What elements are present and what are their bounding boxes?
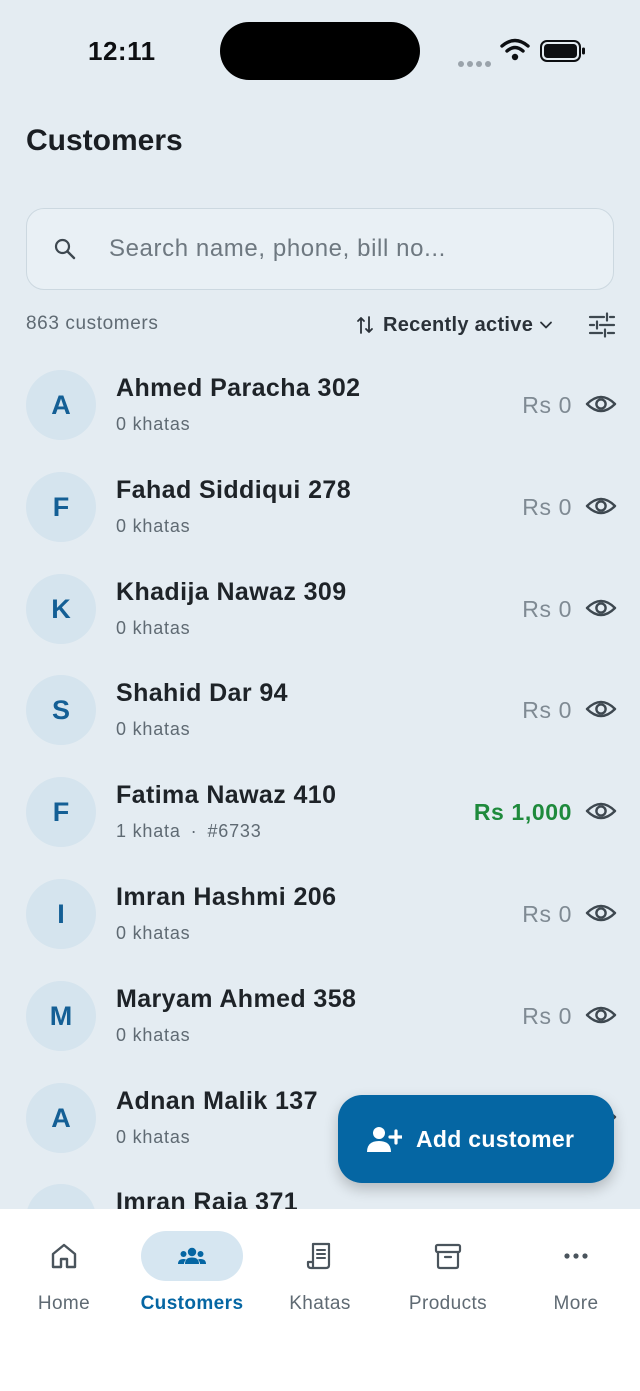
people-icon <box>178 1247 206 1264</box>
customer-avatar: F <box>26 472 96 542</box>
add-customer-label: Add customer <box>416 1125 575 1152</box>
add-person-icon <box>367 1127 402 1152</box>
customer-avatar: A <box>26 1083 96 1153</box>
eye-icon[interactable] <box>585 596 617 620</box>
more-dots-icon <box>564 1253 588 1259</box>
customer-khata-info: 1 khata · #6733 <box>116 821 262 842</box>
customer-name: Khadija Nawaz 309 <box>116 578 347 606</box>
customer-row[interactable]: S Shahid Dar 94 0 khatas Rs 0 <box>0 661 640 763</box>
eye-icon[interactable] <box>585 901 617 925</box>
bottom-navigation: Home Customers Khatas Products More <box>0 1209 640 1391</box>
customer-name: Maryam Ahmed 358 <box>116 985 357 1013</box>
eye-icon[interactable] <box>585 799 617 823</box>
wifi-icon <box>500 38 530 61</box>
nav-customers[interactable]: Customers <box>128 1209 256 1329</box>
customers-screen: 12:11 Customers 863 customers Recently a… <box>0 0 640 1391</box>
nav-products-label: Products <box>408 1293 488 1314</box>
customer-row[interactable]: M Maryam Ahmed 358 0 khatas Rs 0 <box>0 967 640 1069</box>
dynamic-island <box>220 22 420 80</box>
customer-avatar: I <box>26 879 96 949</box>
customer-balance: Rs 0 <box>522 494 572 520</box>
nav-customers-label: Customers <box>140 1293 244 1314</box>
customer-name: Imran Hashmi 206 <box>116 883 337 911</box>
nav-home[interactable]: Home <box>0 1209 128 1329</box>
customer-balance: Rs 0 <box>522 697 572 723</box>
customer-avatar: I <box>26 1184 96 1209</box>
home-icon <box>51 1243 77 1269</box>
nav-more[interactable]: More <box>512 1209 640 1329</box>
customer-khata-count: 0 khatas <box>116 719 191 739</box>
receipt-icon <box>306 1242 331 1270</box>
search-icon <box>54 238 76 260</box>
sort-dropdown[interactable]: Recently active <box>356 312 553 338</box>
customer-balance: Rs 0 <box>522 392 572 418</box>
nav-khatas[interactable]: Khatas <box>256 1209 384 1329</box>
customer-avatar: S <box>26 675 96 745</box>
separator-dot: · <box>190 821 198 841</box>
eye-icon[interactable] <box>585 697 617 721</box>
customer-khata-info: 0 khatas <box>116 719 190 740</box>
sort-label: Recently active <box>383 313 534 336</box>
nav-more-label: More <box>553 1293 599 1314</box>
customer-avatar: K <box>26 574 96 644</box>
customer-khata-count: 0 khatas <box>116 1025 191 1045</box>
customer-avatar: M <box>26 981 96 1051</box>
customer-row[interactable]: F Fahad Siddiqui 278 0 khatas Rs 0 <box>0 458 640 560</box>
archive-box-icon <box>434 1243 462 1270</box>
customer-row[interactable]: K Khadija Nawaz 309 0 khatas Rs 0 <box>0 560 640 662</box>
customer-khata-info: 0 khatas <box>116 1025 190 1046</box>
customer-khata-info: 0 khatas <box>116 923 190 944</box>
customer-row[interactable]: A Ahmed Paracha 302 0 khatas Rs 0 <box>0 356 640 458</box>
nav-home-label: Home <box>37 1293 91 1314</box>
page-title: Customers <box>26 124 183 157</box>
customer-khata-info: 0 khatas <box>116 414 190 435</box>
chevron-down-icon <box>540 321 553 329</box>
customer-name: Ahmed Paracha 302 <box>116 374 361 402</box>
customer-khata-count: 0 khatas <box>116 618 191 638</box>
customer-avatar: F <box>26 777 96 847</box>
battery-icon <box>540 40 585 62</box>
add-customer-button[interactable]: Add customer <box>338 1095 614 1183</box>
customer-khata-info: 0 khatas <box>116 1127 190 1148</box>
customer-khata-count: 0 khatas <box>116 923 191 943</box>
nav-products[interactable]: Products <box>384 1209 512 1329</box>
eye-icon[interactable] <box>585 392 617 416</box>
customer-name: Shahid Dar 94 <box>116 679 288 707</box>
customer-balance: Rs 1,000 <box>473 799 572 825</box>
nav-khatas-label: Khatas <box>289 1293 351 1314</box>
customer-balance: Rs 0 <box>522 901 572 927</box>
customer-bill-no: #6733 <box>207 821 262 841</box>
customer-khata-info: 0 khatas <box>116 618 190 639</box>
customer-name: Imran Raja 371 <box>116 1188 299 1209</box>
sort-arrows-icon <box>357 316 373 334</box>
customer-row[interactable]: I Imran Hashmi 206 0 khatas Rs 0 <box>0 865 640 967</box>
customer-khata-count: 0 khatas <box>116 414 191 434</box>
customer-khata-count: 1 khata <box>116 821 181 841</box>
customer-row[interactable]: F Fatima Nawaz 410 1 khata · #6733 Rs 1,000 <box>0 763 640 865</box>
customer-name: Fahad Siddiqui 278 <box>116 476 352 504</box>
search-box[interactable] <box>26 208 614 290</box>
signal-dots-icon <box>458 54 494 72</box>
customer-name: Adnan Malik 137 <box>116 1087 318 1115</box>
customer-list: A Ahmed Paracha 302 0 khatas Rs 0 F Fahad Sid… <box>0 356 640 1209</box>
eye-icon[interactable] <box>585 1003 617 1027</box>
filter-sliders-icon[interactable] <box>588 312 616 338</box>
customer-balance: Rs 0 <box>522 596 572 622</box>
search-input[interactable] <box>109 227 589 271</box>
status-bar: 12:11 <box>0 0 640 104</box>
customer-khata-count: 0 khatas <box>116 516 191 536</box>
customer-count: 863 customers <box>26 313 159 334</box>
customer-khata-count: 0 khatas <box>116 1127 191 1147</box>
status-time: 12:11 <box>88 36 156 66</box>
customer-balance: Rs 0 <box>522 1003 572 1029</box>
customer-name: Fatima Nawaz 410 <box>116 781 337 809</box>
customer-khata-info: 0 khatas <box>116 516 190 537</box>
eye-icon[interactable] <box>585 494 617 518</box>
customer-avatar: A <box>26 370 96 440</box>
